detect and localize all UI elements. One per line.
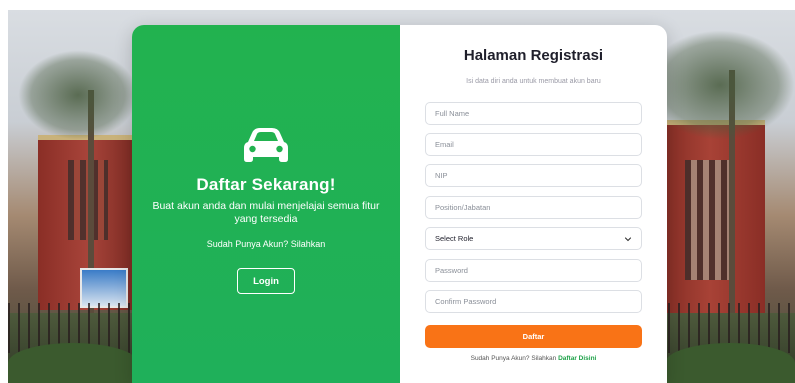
- login-button[interactable]: Login: [237, 268, 295, 294]
- car-icon: [244, 128, 288, 162]
- register-button[interactable]: Daftar: [425, 325, 642, 348]
- full-name-input[interactable]: [425, 102, 642, 125]
- building-right-windows: [685, 160, 735, 280]
- registration-card: Daftar Sekarang! Buat akun anda dan mula…: [132, 25, 667, 383]
- welcome-description: Buat akun anda dan mulai menjelajai semu…: [152, 200, 380, 225]
- email-input[interactable]: [425, 133, 642, 156]
- shrub-right: [665, 343, 795, 383]
- position-input[interactable]: [425, 196, 642, 219]
- nip-input[interactable]: [425, 164, 642, 187]
- palm-fronds-left: [18, 50, 138, 140]
- page-subtitle: Isi data diri anda untuk membuat akun ba…: [466, 78, 601, 85]
- palm-fronds-right: [645, 30, 795, 140]
- chevron-down-icon: [624, 236, 632, 241]
- password-input[interactable]: [425, 259, 642, 282]
- footer-prompt: Sudah Punya Akun? Silahkan: [470, 355, 557, 362]
- have-account-text: Sudah Punya Akun? Silahkan: [206, 239, 326, 249]
- shrub-left: [8, 343, 138, 383]
- welcome-panel: Daftar Sekarang! Buat akun anda dan mula…: [132, 25, 400, 383]
- footer-text: Sudah Punya Akun? Silahkan Daftar Disini: [400, 355, 667, 362]
- role-select-value: Select Role: [435, 234, 474, 243]
- page-title: Halaman Registrasi: [463, 47, 604, 64]
- form-panel: Halaman Registrasi Isi data diri anda un…: [400, 25, 667, 383]
- register-here-link[interactable]: Daftar Disini: [558, 355, 596, 362]
- role-select[interactable]: Select Role: [425, 227, 642, 250]
- welcome-title: Daftar Sekarang!: [196, 175, 336, 194]
- billboard-sign: [80, 268, 128, 308]
- confirm-password-input[interactable]: [425, 290, 642, 313]
